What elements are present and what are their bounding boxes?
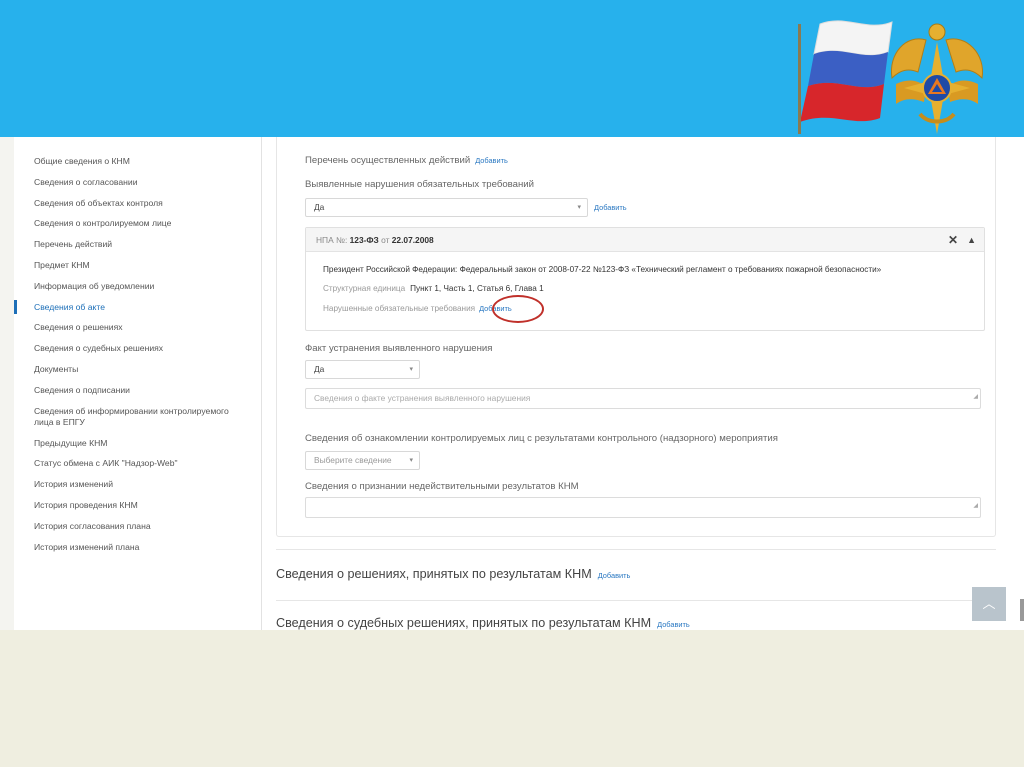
sidebar-item-signing[interactable]: Сведения о подписании — [14, 380, 261, 401]
sidebar-item-conduct-history[interactable]: История проведения КНМ — [14, 495, 261, 516]
sidebar-item-general[interactable]: Общие сведения о КНМ — [14, 151, 261, 172]
add-action-link[interactable]: Добавить — [475, 156, 508, 165]
app-screen: Общие сведения о КНМ Сведения о согласов… — [14, 137, 1024, 630]
npa-prefix: НПА №: — [316, 235, 348, 245]
npa-title: Президент Российской Федерации: Федераль… — [323, 265, 882, 274]
fix-select-value: Да — [314, 364, 325, 374]
sidebar: Общие сведения о КНМ Сведения о согласов… — [14, 137, 262, 630]
actions-row: Перечень осуществленных действий Добавить — [305, 155, 508, 166]
section-divider — [276, 549, 996, 550]
npa-unit-label: Структурная единица — [323, 284, 406, 293]
npa-date: 22.07.2008 — [391, 235, 434, 245]
invalid-label: Сведения о признании недействительными р… — [305, 481, 579, 492]
sidebar-item-decisions[interactable]: Сведения о решениях — [14, 317, 261, 338]
fix-details-placeholder: Сведения о факте устранения выявленного … — [314, 393, 531, 403]
npa-panel: НПА №: 123-ФЗ от 22.07.2008 ✕ ▲ Президен… — [305, 227, 985, 331]
sidebar-item-previous[interactable]: Предыдущие КНМ — [14, 433, 261, 454]
resize-grip-icon[interactable]: ◢ — [973, 388, 978, 407]
sidebar-item-plan-change-history[interactable]: История изменений плана — [14, 537, 261, 558]
review-select-placeholder: Выберите сведение — [314, 455, 392, 465]
sidebar-item-court-decisions[interactable]: Сведения о судебных решениях — [14, 338, 261, 359]
sidebar-item-exchange-status[interactable]: Статус обмена с АИК "Надзор-Web" — [14, 453, 261, 474]
flag-icon — [798, 20, 893, 134]
sidebar-item-notification[interactable]: Информация об уведомлении — [14, 276, 261, 297]
footer-background — [0, 630, 1024, 767]
npa-unit-value: Пункт 1, Часть 1, Статья 6, Глава 1 — [410, 284, 544, 293]
violations-label: Выявленные нарушения обязательных требов… — [305, 179, 535, 190]
section-divider — [276, 600, 996, 601]
decisions-section-header: Сведения о решениях, принятых по результ… — [276, 567, 630, 581]
chevron-down-icon: ▾ — [409, 457, 413, 464]
npa-unit-row: Структурная единица Пункт 1, Часть 1, Ста… — [323, 284, 544, 293]
sidebar-item-actions[interactable]: Перечень действий — [14, 234, 261, 255]
sidebar-item-documents[interactable]: Документы — [14, 359, 261, 380]
add-decision-link[interactable]: Добавить — [598, 571, 631, 580]
scrollbar[interactable] — [1020, 599, 1024, 621]
scroll-to-top-button[interactable]: ︿ — [972, 587, 1006, 621]
chevron-down-icon: ▾ — [577, 204, 581, 211]
left-rail — [0, 137, 14, 630]
resize-grip-icon[interactable]: ◢ — [973, 497, 978, 516]
sidebar-item-approval[interactable]: Сведения о согласовании — [14, 172, 261, 193]
npa-number: 123-ФЗ — [349, 235, 379, 245]
sidebar-item-act[interactable]: Сведения об акте — [14, 297, 261, 318]
add-violation-link[interactable]: Добавить — [594, 203, 627, 212]
chevron-down-icon: ▾ — [409, 366, 413, 373]
npa-header[interactable]: НПА №: 123-ФЗ от 22.07.2008 ✕ ▲ — [306, 228, 984, 252]
npa-violated-row: Нарушенные обязательные требования Добави… — [323, 304, 512, 313]
fix-details-textarea[interactable]: Сведения о факте устранения выявленного … — [305, 388, 981, 409]
sidebar-item-control-objects[interactable]: Сведения об объектах контроля — [14, 193, 261, 214]
review-select[interactable]: Выберите сведение ▾ — [305, 451, 420, 470]
sidebar-item-epgu[interactable]: Сведения об информировании контролируемо… — [14, 401, 242, 433]
fix-select[interactable]: Да ▾ — [305, 360, 420, 379]
sidebar-item-plan-approval-history[interactable]: История согласования плана — [14, 516, 261, 537]
sidebar-item-controlled-person[interactable]: Сведения о контролируемом лице — [14, 213, 261, 234]
court-section-header: Сведения о судебных решениях, принятых п… — [276, 616, 690, 630]
highlight-circle — [492, 295, 544, 323]
chevron-up-icon: ︿ — [982, 596, 996, 611]
court-section-title: Сведения о судебных решениях, принятых п… — [276, 616, 652, 630]
act-card: Перечень осуществленных действий Добавить… — [276, 137, 996, 537]
decisions-section-title: Сведения о решениях, принятых по результ… — [276, 567, 592, 581]
chevron-up-icon[interactable]: ▲ — [967, 228, 976, 252]
emblem-logo — [798, 20, 983, 134]
add-court-decision-link[interactable]: Добавить — [657, 620, 690, 629]
violations-select-value: Да — [314, 202, 325, 212]
npa-violated-label: Нарушенные обязательные требования — [323, 304, 476, 313]
close-icon[interactable]: ✕ — [948, 228, 958, 252]
fix-label: Факт устранения выявленного нарушения — [305, 343, 493, 354]
sidebar-item-subject[interactable]: Предмет КНМ — [14, 255, 261, 276]
npa-date-prefix: от — [381, 235, 390, 245]
eagle-emblem-icon — [890, 23, 983, 134]
actions-label: Перечень осуществленных действий — [305, 155, 471, 166]
main-content: Перечень осуществленных действий Добавить… — [262, 137, 1024, 630]
invalid-textarea[interactable]: ◢ — [305, 497, 981, 518]
sidebar-item-change-history[interactable]: История изменений — [14, 474, 261, 495]
review-label: Сведения об ознакомлении контролируемых … — [305, 433, 778, 444]
violations-select[interactable]: Да ▾ — [305, 198, 588, 217]
